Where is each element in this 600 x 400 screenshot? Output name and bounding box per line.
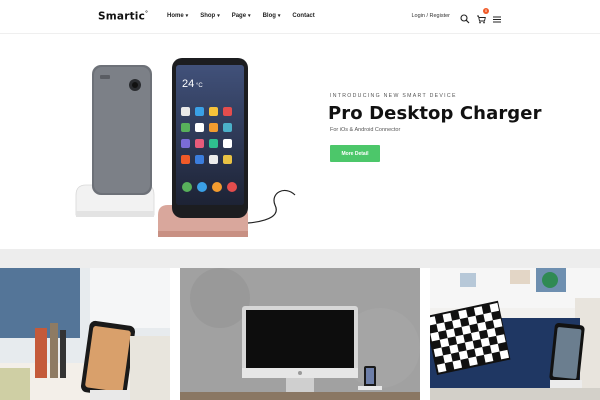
phone-temp-unit: °C <box>196 83 203 89</box>
nav-item-page[interactable]: Page ▾ <box>232 13 251 19</box>
charger-dock-illustration: 24 °C <box>75 58 296 237</box>
caret-down-icon: ▾ <box>185 13 189 19</box>
nav-item-home[interactable]: Home ▾ <box>167 13 188 19</box>
section-divider <box>0 249 600 268</box>
logo[interactable]: Smartic° <box>98 10 148 23</box>
main-nav: Home ▾ Shop ▾ Page ▾ Blog ▾ Contact <box>167 13 315 19</box>
caret-down-icon: ▾ <box>277 13 281 19</box>
header-tools: Login / Register 0 <box>411 8 502 24</box>
nav-item-contact[interactable]: Contact <box>292 13 314 19</box>
hero-title: Pro Desktop Charger <box>328 103 542 124</box>
nav-item-label: Contact <box>292 13 315 19</box>
nav-item-shop[interactable]: Shop ▾ <box>200 13 220 19</box>
nav-item-label: Page <box>231 13 247 19</box>
site-header: Smartic° Home ▾ Shop ▾ Page ▾ Blog ▾ Con… <box>0 0 600 34</box>
menu-icon[interactable] <box>492 11 502 23</box>
nav-item-label: Blog <box>262 13 276 19</box>
nav-item-label: Shop <box>200 13 216 19</box>
nav-item-label: Home <box>167 13 184 19</box>
hero-slider: 24 °C INTRODUCING NEW SMART DEVICE Pro D… <box>0 35 600 249</box>
login-register-link[interactable]: Login / Register <box>411 13 450 19</box>
search-icon[interactable] <box>460 11 470 24</box>
hero-eyebrow: INTRODUCING NEW SMART DEVICE <box>330 93 457 99</box>
banner-phone-dock-sofa[interactable] <box>430 268 600 400</box>
page: Smartic° Home ▾ Shop ▾ Page ▾ Blog ▾ Con… <box>0 0 600 400</box>
cart-icon[interactable]: 0 <box>476 8 489 24</box>
phone-temp: 24 <box>182 78 194 90</box>
caret-down-icon: ▾ <box>248 13 251 19</box>
hero-subtitle: For iOs & Android Connector <box>330 127 401 133</box>
caret-down-icon: ▾ <box>217 13 220 19</box>
more-detail-button[interactable]: More Detail <box>330 145 380 162</box>
nav-item-blog[interactable]: Blog ▾ <box>263 13 281 19</box>
banner-phone-dock-desk[interactable] <box>0 268 170 400</box>
cart-count-badge: 0 <box>483 8 489 14</box>
banner-imac-desk[interactable] <box>180 268 420 400</box>
